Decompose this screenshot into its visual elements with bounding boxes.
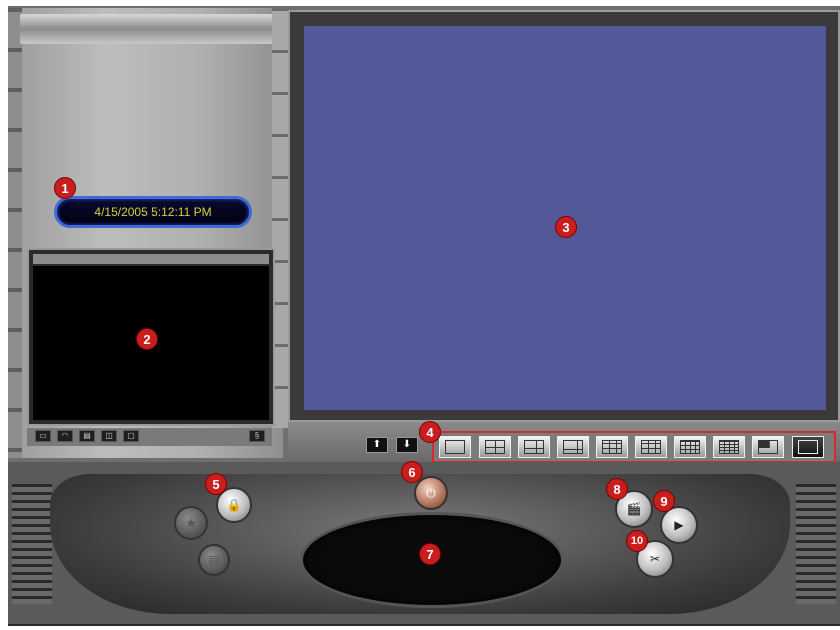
callout-marker-10: 10 (626, 530, 648, 552)
lock-icon: 🔒 (226, 498, 242, 512)
callout-marker-1: 1 (54, 177, 76, 199)
quad-view-icon (485, 440, 505, 454)
layout-view-9-button[interactable] (596, 436, 628, 458)
page-up-button[interactable]: ⬆ (366, 437, 388, 453)
layout-pip-view-button[interactable] (752, 436, 784, 458)
preview-header (33, 254, 269, 264)
view-8-icon (563, 440, 583, 454)
camera-icon[interactable]: ▭ (35, 430, 51, 442)
console-ribs-right (796, 484, 836, 604)
callout-marker-4: 4 (419, 421, 441, 443)
layout-view-16-button[interactable] (713, 436, 745, 458)
callout-marker-5: 5 (205, 473, 227, 495)
console-ribs-left (12, 484, 52, 604)
clapper-icon: 🎬 (626, 502, 642, 516)
view-10-icon (641, 440, 661, 454)
layout-view-13-button[interactable] (674, 436, 706, 458)
star-icon: ★ (185, 516, 197, 530)
pip-view-icon (758, 440, 778, 454)
settings-icon[interactable]: § (249, 430, 265, 442)
datetime-text: 4/15/2005 5:12:11 PM (94, 205, 212, 219)
layout-toolbar (432, 431, 836, 463)
folder-icon[interactable]: ▢ (123, 430, 139, 442)
callout-marker-7: 7 (419, 543, 441, 565)
window-icon[interactable]: ◫ (101, 430, 117, 442)
callout-marker-3: 3 (555, 216, 577, 238)
callout-marker-2: 2 (136, 328, 158, 350)
bottom-edge (8, 624, 840, 626)
layout-view-10-button[interactable] (635, 436, 667, 458)
tape-icon[interactable]: ▤ (79, 430, 95, 442)
star-button[interactable]: ★ (174, 506, 208, 540)
power-icon: ⏻ (426, 485, 436, 500)
layout-view-8-button[interactable] (557, 436, 589, 458)
left-top-bar (20, 14, 282, 44)
left-edge-ribs (8, 8, 22, 458)
info-icon: ▤ (208, 553, 220, 567)
info-button[interactable]: ▤ (198, 544, 230, 576)
callout-marker-9: 9 (653, 490, 675, 512)
layout-view-6-button[interactable] (518, 436, 550, 458)
preview-toolbar: ▭ ◠ ▤ ◫ ▢ § (27, 428, 272, 446)
play-icon: ▶ (674, 518, 684, 532)
single-view-icon (445, 440, 465, 454)
callout-marker-8: 8 (606, 478, 628, 500)
layout-quad-view-button[interactable] (479, 436, 511, 458)
layout-single-view-button[interactable] (439, 436, 471, 458)
page-down-button[interactable]: ⬇ (396, 437, 418, 453)
fullscreen-button[interactable] (792, 436, 824, 458)
view-16-icon (719, 440, 739, 454)
power-button[interactable]: ⏻ (414, 476, 448, 510)
datetime-display: 4/15/2005 5:12:11 PM (54, 196, 252, 228)
tools-icon: ✂ (649, 552, 661, 566)
fullscreen-icon (798, 440, 818, 454)
tag-icon[interactable]: ◠ (57, 430, 73, 442)
view-9-icon (602, 440, 622, 454)
view-6-icon (524, 440, 544, 454)
view-13-icon (680, 440, 700, 454)
callout-marker-6: 6 (401, 461, 423, 483)
